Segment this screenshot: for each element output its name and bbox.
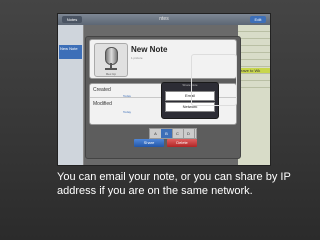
note-title: New Note [131,45,168,54]
mic-label: Rec Up [105,72,116,76]
note-subtitle: 1 picture [131,56,143,60]
app-title-bar: Notes ntes Edit [58,14,270,25]
slide-caption: You can email your note, or you can shar… [57,171,291,197]
tablet-screenshot: Notes ntes Edit New Note Leave to Wk Rec… [57,13,271,166]
edit-button[interactable]: Edit [250,16,266,23]
share-button[interactable]: Share [134,139,164,147]
popover-arrow-outline [191,54,237,106]
microphone-thumbnail[interactable]: Rec Up [94,43,128,77]
notes-list-selected-item[interactable]: New Note [59,45,82,59]
toolbar-seg-4[interactable]: D [183,129,195,138]
note-toolbar: A B C D [149,128,197,139]
note-tag[interactable]: Leave to Wk [238,68,270,73]
right-notes-pane: Leave to Wk [238,25,270,165]
app-title: ntes [159,16,169,22]
delete-button[interactable]: Delete [167,139,197,147]
modified-value: Today [123,110,132,114]
notes-back-button[interactable]: Notes [62,16,82,23]
created-label: Created [93,87,111,93]
modified-label: Modified [93,101,112,107]
notes-list-sidebar: New Note [58,25,84,165]
